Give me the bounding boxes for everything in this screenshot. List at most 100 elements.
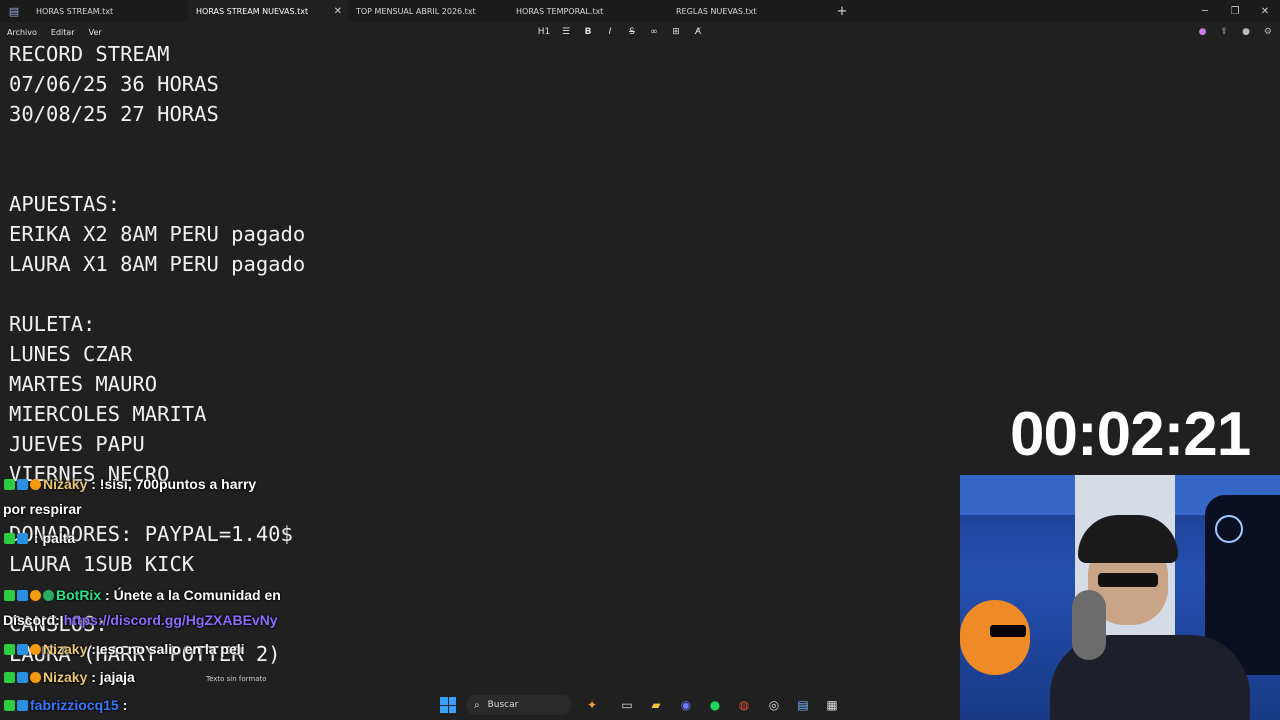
emoji-badge-icon xyxy=(30,672,41,683)
editor-line[interactable]: MIERCOLES MARITA xyxy=(9,399,929,429)
sub-badge-icon xyxy=(17,533,28,544)
tab-label: HORAS STREAM.txt xyxy=(36,6,114,16)
notepad-icon[interactable]: ▤ xyxy=(0,0,28,22)
tab-label: REGLAS NUEVAS.txt xyxy=(676,6,757,16)
editor-line[interactable]: 30/08/25 27 HORAS xyxy=(9,99,929,129)
editor-line[interactable] xyxy=(9,159,929,189)
account-icon[interactable]: ● xyxy=(1242,27,1250,37)
heading-dropdown[interactable]: H1 xyxy=(533,27,555,37)
plush-toy xyxy=(960,600,1030,675)
chat-message: Nizaky : !sisi, 700puntos a harry xyxy=(4,476,256,492)
tab-label: HORAS STREAM NUEVAS.txt xyxy=(196,6,309,16)
clear-format-icon[interactable]: A̸ xyxy=(687,27,709,37)
gear-icon[interactable]: ⚙ xyxy=(1264,27,1272,37)
editor-line[interactable]: APUESTAS: xyxy=(9,189,929,219)
sub-badge-icon xyxy=(17,644,28,655)
chat-text: Discord: xyxy=(3,612,64,628)
sub-badge-icon xyxy=(17,672,28,683)
editor-line[interactable]: MARTES MAURO xyxy=(9,369,929,399)
kick-badge-icon xyxy=(4,533,15,544)
file-explorer-icon[interactable]: ▰ xyxy=(648,697,664,713)
editor-line[interactable]: RULETA: xyxy=(9,309,929,339)
chat-message: Nizaky : eso no salio en la peli xyxy=(4,641,245,657)
chat-text: : jajaja xyxy=(87,669,135,685)
sunglasses xyxy=(1098,573,1158,587)
new-tab-button[interactable]: + xyxy=(828,0,856,22)
stream-chat-overlay: Nizaky : !sisi, 700puntos a harry por re… xyxy=(0,446,360,720)
editor-line[interactable] xyxy=(9,129,929,159)
chat-message-continuation: Discord: https://discord.gg/HgZXABEvNy xyxy=(3,612,278,628)
chat-message-continuation: por respirar xyxy=(3,501,82,517)
notepad-taskbar-icon[interactable]: ▤ xyxy=(795,697,811,713)
editor-line[interactable]: ERIKA X2 8AM PERU pagado xyxy=(9,219,929,249)
editor-line[interactable]: LUNES CZAR xyxy=(9,339,929,369)
menu-view[interactable]: Ver xyxy=(82,28,109,37)
search-icon: ⌕ xyxy=(474,699,480,711)
spotify-icon[interactable]: ● xyxy=(707,697,723,713)
tab-label: HORAS TEMPORAL.txt xyxy=(516,6,604,16)
chat-text: : eso no salio en la peli xyxy=(87,641,245,657)
emoji-badge-icon xyxy=(30,644,41,655)
strikethrough-icon[interactable]: S xyxy=(621,27,643,37)
microphone xyxy=(1072,590,1106,660)
sub-badge-icon xyxy=(17,590,28,601)
stream-timer: 00:02:21 xyxy=(1010,400,1251,469)
maximize-icon[interactable]: ❐ xyxy=(1220,0,1250,22)
task-view-icon[interactable]: ▭ xyxy=(619,697,635,713)
discord-icon[interactable]: ◉ xyxy=(678,697,694,713)
editor-line[interactable] xyxy=(9,279,929,309)
table-icon[interactable]: ⊞ xyxy=(665,27,687,37)
list-icon[interactable]: ☰ xyxy=(555,27,577,37)
discord-link[interactable]: https://discord.gg/HgZXABEvNy xyxy=(64,612,278,628)
tab-label: TOP MENSUAL ABRIL 2026.txt xyxy=(356,6,476,16)
sub-badge-icon xyxy=(17,479,28,490)
tab-top-mensual[interactable]: TOP MENSUAL ABRIL 2026.txt xyxy=(348,0,508,22)
menu-edit[interactable]: Editar xyxy=(44,28,82,37)
close-icon[interactable]: ✕ xyxy=(334,6,342,17)
editor-line[interactable]: LAURA X1 8AM PERU pagado xyxy=(9,249,929,279)
chair-logo xyxy=(1215,515,1243,543)
bold-icon[interactable]: B xyxy=(577,27,599,37)
kick-badge-icon xyxy=(4,644,15,655)
title-bar: ▤ HORAS STREAM.txt HORAS STREAM NUEVAS.t… xyxy=(0,0,1280,22)
kick-badge-icon xyxy=(4,479,15,490)
widgets-icon[interactable]: ✦ xyxy=(584,697,600,713)
verified-badge-icon xyxy=(43,590,54,601)
tab-reglas-nuevas[interactable]: REGLAS NUEVAS.txt xyxy=(668,0,828,22)
kick-badge-icon xyxy=(4,590,15,601)
obs-icon[interactable]: ◎ xyxy=(766,697,782,713)
menu-file[interactable]: Archivo xyxy=(0,28,44,37)
menu-right: ● ⇪ ● ⚙ xyxy=(1199,22,1272,42)
editor-line[interactable]: RECORD STREAM xyxy=(9,39,929,69)
minimize-icon[interactable]: ─ xyxy=(1190,0,1220,22)
editor-line[interactable]: 07/06/25 36 HORAS xyxy=(9,69,929,99)
close-window-icon[interactable]: ✕ xyxy=(1250,0,1280,22)
kick-badge-icon xyxy=(4,672,15,683)
chat-username: Nizaky xyxy=(43,476,88,492)
tab-horas-stream[interactable]: HORAS STREAM.txt xyxy=(28,0,188,22)
copilot-icon[interactable]: ● xyxy=(1199,27,1207,37)
chat-message: BotRix : Únete a la Comunidad en xyxy=(4,587,281,603)
tab-horas-temporal[interactable]: HORAS TEMPORAL.txt xyxy=(508,0,668,22)
link-icon[interactable]: ∞ xyxy=(643,27,665,37)
windows-start-icon[interactable] xyxy=(440,697,456,713)
chat-text: : palta xyxy=(30,530,76,546)
chrome-icon[interactable]: ◍ xyxy=(736,697,752,713)
webcam-feed xyxy=(960,475,1280,720)
chat-username: Nizaky xyxy=(43,669,88,685)
tab-horas-stream-nuevas[interactable]: HORAS STREAM NUEVAS.txt ✕ xyxy=(188,0,348,22)
calculator-icon[interactable]: ▦ xyxy=(824,697,840,713)
window-controls: ─ ❐ ✕ xyxy=(1190,0,1280,22)
share-icon[interactable]: ⇪ xyxy=(1221,27,1229,37)
status-text: Texto sin formato xyxy=(206,675,267,683)
chat-text: : !sisi, 700puntos a harry xyxy=(87,476,257,492)
chat-message: : palta xyxy=(4,530,75,546)
chat-username: BotRix xyxy=(56,587,102,603)
italic-icon[interactable]: I xyxy=(599,27,621,37)
chat-message: Nizaky : jajaja xyxy=(4,669,135,685)
emoji-badge-icon xyxy=(30,479,41,490)
taskbar-search[interactable]: ⌕ Buscar xyxy=(466,695,572,715)
plush-toy-glasses xyxy=(990,625,1026,637)
chat-username: Nizaky xyxy=(43,641,88,657)
chat-text: : Únete a la Comunidad en xyxy=(101,587,281,603)
